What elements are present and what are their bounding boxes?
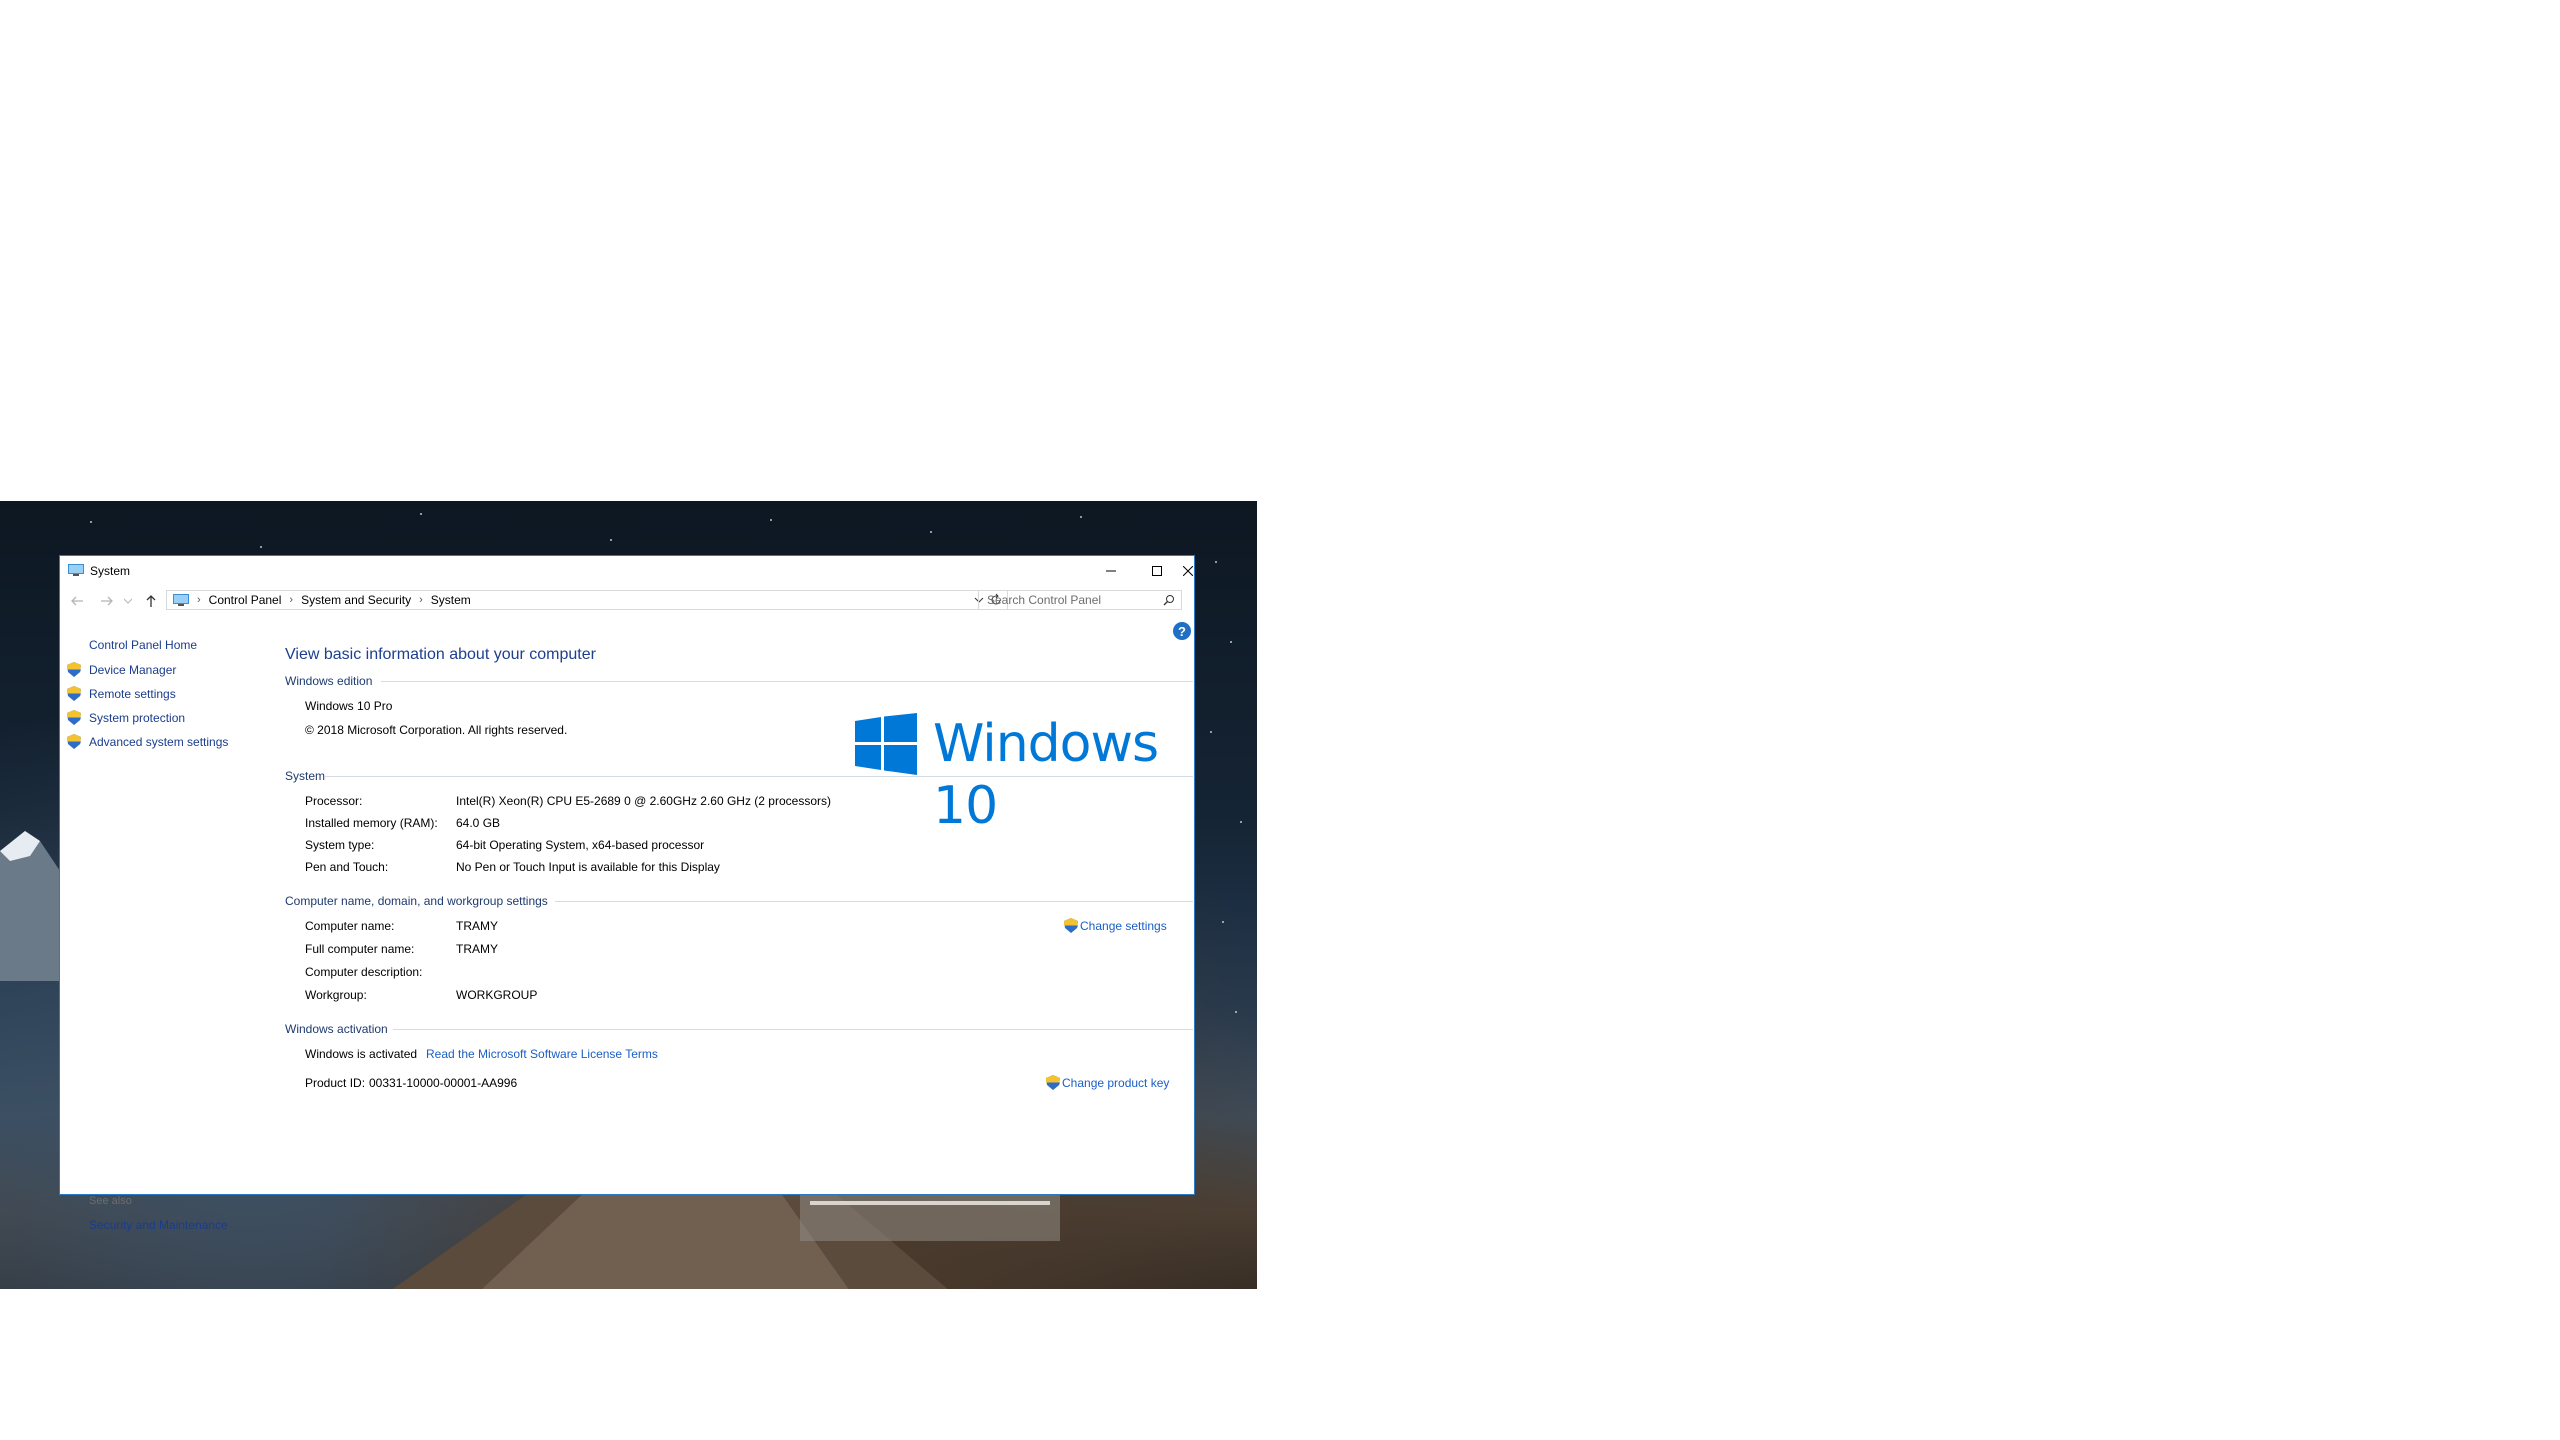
- system-type-value: 64-bit Operating System, x64-based proce…: [456, 838, 705, 852]
- sidebar-item-label: Remote settings: [89, 686, 176, 701]
- system-type-label: System type:: [305, 838, 375, 852]
- shield-icon: [67, 662, 81, 677]
- shield-icon: [67, 734, 81, 749]
- memory-label: Installed memory (RAM):: [305, 816, 438, 830]
- computer-description-label: Computer description:: [305, 965, 423, 979]
- windows-10-logo: Windows 10: [855, 713, 1180, 836]
- back-button[interactable]: [68, 592, 86, 610]
- breadcrumb-control-panel[interactable]: Control Panel: [209, 593, 282, 607]
- maximize-icon: [1152, 566, 1162, 576]
- change-product-key-link[interactable]: Change product key: [1046, 1075, 1169, 1090]
- pen-touch-label: Pen and Touch:: [305, 860, 389, 874]
- system-computer-icon: [68, 564, 84, 576]
- breadcrumb[interactable]: › Control Panel › System and Security › …: [166, 590, 1008, 610]
- processor-label: Processor:: [305, 794, 363, 808]
- breadcrumb-system[interactable]: System: [431, 593, 471, 607]
- breadcrumb-system-and-security[interactable]: System and Security: [301, 593, 411, 607]
- maximize-button[interactable]: [1134, 556, 1180, 586]
- arrow-left-icon: [71, 596, 83, 606]
- minimize-icon: [1106, 570, 1116, 572]
- system-window[interactable]: System › Control Panel › System and Secu…: [59, 555, 1195, 1232]
- breadcrumb-separator: ›: [197, 594, 201, 606]
- activation-status: Windows is activated: [305, 1047, 418, 1061]
- section-divider: [393, 1029, 1193, 1030]
- search-input[interactable]: Search Control Panel: [978, 590, 1182, 610]
- control-panel-home-link[interactable]: Control Panel Home: [89, 638, 197, 652]
- chevron-down-icon: [124, 598, 132, 604]
- arrow-right-icon: [101, 596, 113, 606]
- sidebar-item-label: System protection: [89, 710, 186, 725]
- search-placeholder: Search Control Panel: [987, 593, 1102, 607]
- page-title: View basic information about your comput…: [285, 646, 596, 663]
- breadcrumb-separator: ›: [289, 594, 294, 606]
- sidebar-item-system-protection[interactable]: System protection: [67, 710, 185, 725]
- full-computer-name-label: Full computer name:: [305, 942, 415, 956]
- sidebar-item-label: Device Manager: [89, 662, 177, 677]
- workgroup-label: Workgroup:: [305, 988, 367, 1002]
- left-navigation: Control Panel Home Device Manager Remote…: [60, 616, 280, 1232]
- section-divider: [381, 681, 1193, 682]
- change-settings-label: Change settings: [1080, 918, 1167, 933]
- system-heading: System: [285, 769, 326, 783]
- breadcrumb-separator: ›: [419, 594, 423, 606]
- sidebar-item-advanced-system-settings[interactable]: Advanced system settings: [67, 734, 228, 749]
- title-bar[interactable]: System: [60, 556, 1194, 586]
- sidebar-item-label: Advanced system settings: [89, 734, 229, 749]
- pen-touch-value: No Pen or Touch Input is available for t…: [456, 860, 720, 874]
- edition-name: Windows 10 Pro: [305, 699, 393, 713]
- section-divider: [555, 901, 1193, 902]
- arrow-up-icon: [146, 595, 156, 607]
- shield-icon: [67, 686, 81, 701]
- license-terms-link[interactable]: Read the Microsoft Software License Term…: [426, 1047, 658, 1061]
- recent-locations-button[interactable]: [122, 592, 134, 610]
- computer-name-value: TRAMY: [456, 919, 498, 933]
- workgroup-value: WORKGROUP: [456, 988, 538, 1002]
- change-settings-link[interactable]: Change settings: [1064, 918, 1167, 933]
- shield-icon: [67, 710, 81, 725]
- forward-button[interactable]: [98, 592, 116, 610]
- up-button[interactable]: [142, 592, 160, 610]
- security-and-maintenance-link[interactable]: Security and Maintenance: [89, 1218, 228, 1232]
- windows-edition-heading: Windows edition: [285, 674, 373, 688]
- main-content: View basic information about your comput…: [285, 616, 1194, 1194]
- minimize-button[interactable]: [1088, 556, 1134, 586]
- change-product-key-label: Change product key: [1062, 1075, 1170, 1090]
- product-id-value: 00331-10000-00001-AA996: [369, 1076, 518, 1090]
- processor-value: Intel(R) Xeon(R) CPU E5-2689 0 @ 2.60GHz…: [456, 794, 831, 808]
- sidebar-item-remote-settings[interactable]: Remote settings: [67, 686, 176, 701]
- product-id-label: Product ID:: [305, 1076, 366, 1090]
- windows-10-logo-text: Windows 10: [933, 714, 1159, 836]
- shield-icon: [1064, 918, 1078, 933]
- window-title: System: [90, 564, 131, 578]
- memory-value: 64.0 GB: [456, 816, 501, 830]
- section-divider: [325, 776, 1193, 777]
- see-also-heading: See also: [89, 1195, 132, 1207]
- copyright-text: © 2018 Microsoft Corporation. All rights…: [305, 723, 568, 737]
- close-icon: [1183, 566, 1193, 576]
- windows-logo-icon: [855, 713, 917, 775]
- address-bar: › Control Panel › System and Security › …: [60, 589, 1194, 613]
- computer-name-label: Computer name:: [305, 919, 395, 933]
- sidebar-item-device-manager[interactable]: Device Manager: [67, 662, 176, 677]
- windows-activation-heading: Windows activation: [285, 1022, 388, 1036]
- search-icon: [1163, 595, 1174, 606]
- computer-name-heading: Computer name, domain, and workgroup set…: [285, 894, 548, 908]
- mountain-graphic: [0, 831, 60, 981]
- close-button[interactable]: [1180, 556, 1196, 586]
- full-computer-name-value: TRAMY: [456, 942, 498, 956]
- shield-icon: [1046, 1075, 1060, 1090]
- control-panel-icon: [173, 594, 189, 606]
